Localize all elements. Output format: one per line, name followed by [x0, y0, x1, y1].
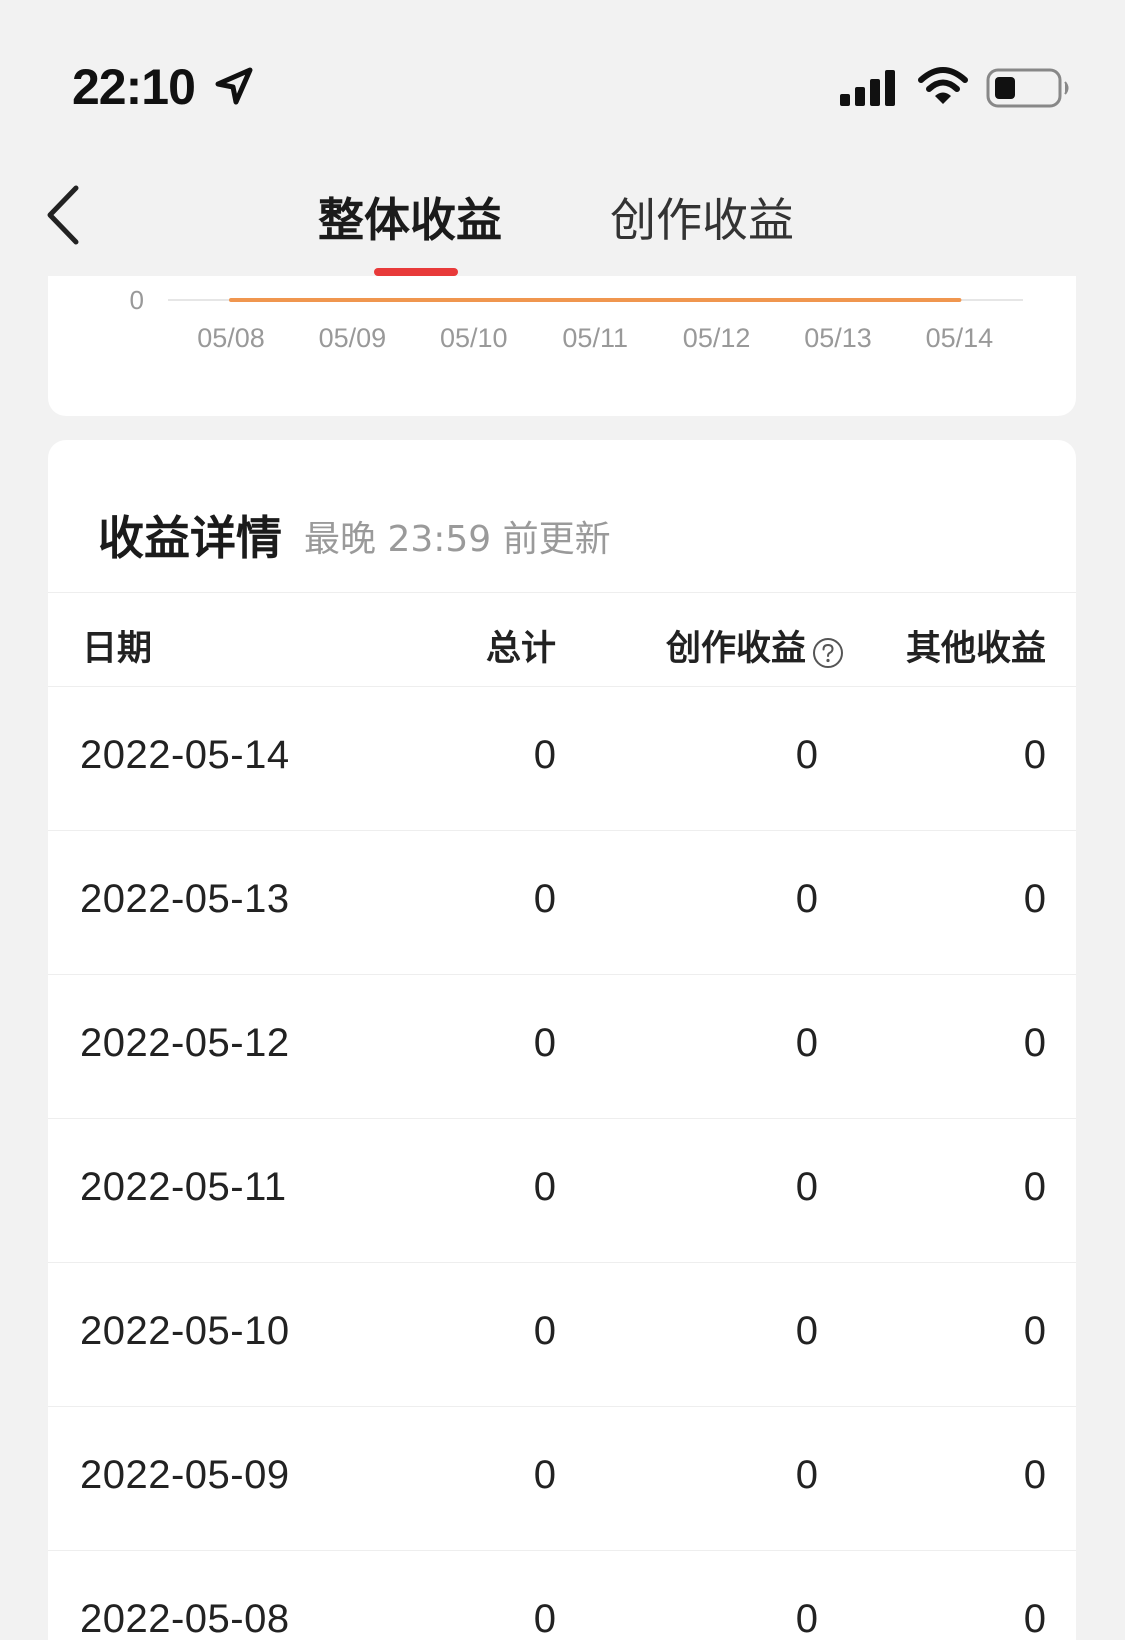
status-bar: 22:10 — [0, 0, 1125, 130]
back-chevron-icon[interactable] — [40, 180, 90, 250]
row-other: 0 — [1023, 733, 1046, 777]
row-date: 2022-05-11 — [80, 1165, 287, 1209]
row-other: 0 — [1023, 1309, 1046, 1353]
tab-creation-earnings[interactable]: 创作收益 — [610, 184, 794, 250]
active-tab-indicator — [374, 268, 458, 276]
row-total: 0 — [533, 877, 556, 921]
help-question-icon[interactable] — [812, 637, 844, 669]
row-creation: 0 — [795, 1165, 818, 1209]
row-creation: 0 — [795, 877, 818, 921]
row-other: 0 — [1023, 1021, 1046, 1065]
row-total: 0 — [533, 1597, 556, 1640]
table-row: 2022-05-11 0 0 0 — [48, 1119, 1076, 1263]
location-arrow-icon — [215, 67, 253, 105]
y-tick-label: 0 — [130, 285, 144, 315]
x-tick-label: 05/09 — [319, 323, 387, 353]
x-tick-label: 05/12 — [683, 323, 751, 353]
x-tick-label: 05/10 — [440, 323, 508, 353]
earnings-chart: 0 05/08 05/09 05/10 05/11 05/12 05/13 05/14 — [48, 276, 1076, 416]
x-tick-label: 05/13 — [804, 323, 872, 353]
x-tick-label: 05/11 — [562, 323, 628, 353]
row-other: 0 — [1023, 1453, 1046, 1497]
tab-overall-earnings[interactable]: 整体收益 — [318, 184, 502, 250]
row-date: 2022-05-09 — [80, 1453, 290, 1497]
row-total: 0 — [533, 1165, 556, 1209]
column-header-creation-group: 创作收益 — [666, 620, 844, 672]
battery-icon — [986, 68, 1069, 108]
row-other: 0 — [1023, 877, 1046, 921]
row-date: 2022-05-13 — [80, 877, 290, 921]
x-tick-label: 05/08 — [197, 323, 265, 353]
row-creation: 0 — [795, 733, 818, 777]
table-row: 2022-05-13 0 0 0 — [48, 831, 1076, 975]
table-row: 2022-05-09 0 0 0 — [48, 1407, 1076, 1551]
row-date: 2022-05-14 — [80, 733, 290, 777]
table-row: 2022-05-10 0 0 0 — [48, 1263, 1076, 1407]
row-total: 0 — [533, 1309, 556, 1353]
row-total: 0 — [533, 1021, 556, 1065]
column-header-total: 总计 — [485, 629, 556, 669]
column-header-creation: 创作收益 — [665, 629, 806, 669]
row-creation: 0 — [795, 1309, 818, 1353]
row-total: 0 — [533, 733, 556, 777]
row-creation: 0 — [795, 1597, 818, 1640]
row-date: 2022-05-10 — [80, 1309, 290, 1353]
row-date: 2022-05-08 — [80, 1597, 290, 1640]
column-header-date: 日期 — [82, 629, 153, 669]
row-other: 0 — [1023, 1165, 1046, 1209]
table-row: 2022-05-14 0 0 0 — [48, 687, 1076, 831]
x-tick-label: 05/14 — [926, 323, 994, 353]
row-creation: 0 — [795, 1021, 818, 1065]
earnings-details-card: 收益详情 最晚 23:59 前更新 日期 总计 创作收益 其他收益 2022-0… — [48, 440, 1076, 1640]
column-header-other: 其他收益 — [905, 629, 1046, 669]
status-time: 22:10 — [72, 59, 196, 115]
chart-canvas: 0 05/08 05/09 05/10 05/11 05/12 05/13 05/14 — [130, 285, 1023, 353]
table-row: 2022-05-12 0 0 0 — [48, 975, 1076, 1119]
details-update-note: 最晚 23:59 前更新 — [304, 519, 611, 560]
wifi-icon — [918, 67, 968, 104]
details-table-body: 2022-05-14 0 0 0 2022-05-13 0 0 0 2022-0… — [48, 687, 1076, 1640]
nav-bar: 整体收益 创作收益 — [0, 160, 1125, 280]
row-creation: 0 — [795, 1453, 818, 1497]
row-date: 2022-05-12 — [80, 1021, 290, 1065]
row-other: 0 — [1023, 1597, 1046, 1640]
cellular-signal-icon — [840, 70, 895, 106]
row-total: 0 — [533, 1453, 556, 1497]
details-title: 收益详情 — [98, 511, 282, 565]
details-header: 收益详情 最晚 23:59 前更新 — [48, 440, 1076, 593]
table-header: 日期 总计 创作收益 其他收益 — [48, 592, 1076, 687]
